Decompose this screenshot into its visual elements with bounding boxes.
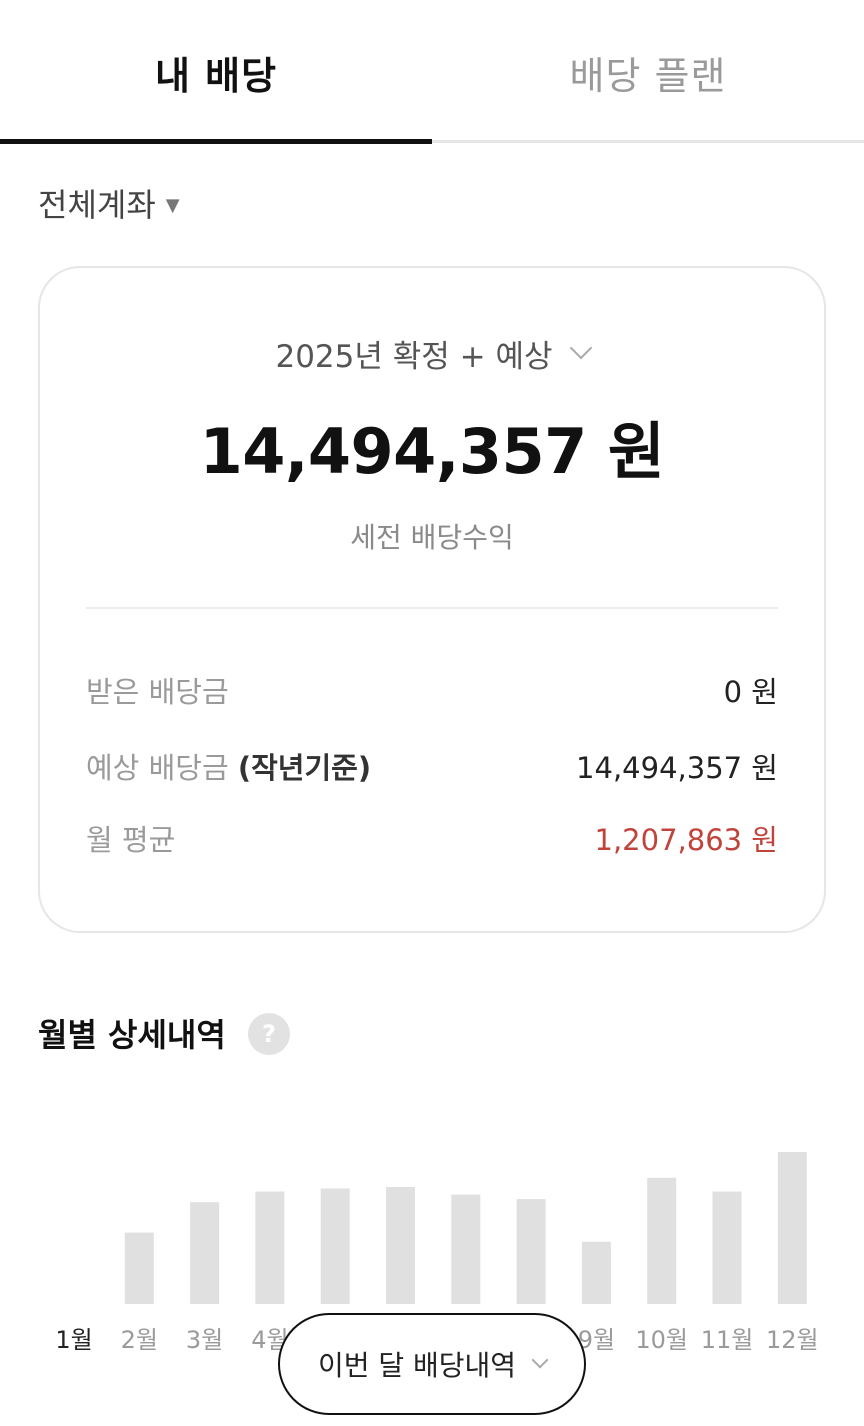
received-dividend-row: 받은 배당금 0 원 [86,668,778,712]
chevron-down-icon [569,336,592,360]
tab-my-dividend[interactable]: 내 배당 [0,0,432,144]
tab-bar: 내 배당 배당 플랜 [0,0,864,144]
row-label: 예상 배당금 (작년기준) [86,751,372,785]
bar-3[interactable] [190,1202,220,1304]
month-label-3[interactable]: 3월 [186,1326,223,1354]
month-label-2[interactable]: 2월 [121,1326,158,1354]
tab-active-indicator [0,139,432,144]
divider [86,607,778,609]
monthly-average-row: 월 평균 1,207,863 원 [86,816,778,860]
bar-5[interactable] [320,1188,350,1305]
bar-9[interactable] [581,1241,611,1304]
bar-6[interactable] [386,1187,415,1304]
question-icon[interactable]: ? [248,1013,290,1055]
this-month-dividend-label: 이번 달 배당내역 [317,1349,517,1382]
bar-4[interactable] [255,1191,285,1305]
monthly-detail-title: 월별 상세내역 [38,1016,226,1054]
bar-10[interactable] [647,1177,677,1304]
monthly-average-value: 1,207,863 원 [594,823,779,857]
account-selector-label: 전체계좌 [38,186,156,224]
dividend-page: 내 배당 배당 플랜 전체계좌 ▼ 2025년 확정 + 예상 14,494,3… [0,0,864,1426]
month-label-1[interactable]: 1월 [55,1326,92,1354]
period-label: 2025년 확정 + 예상 [275,338,553,375]
month-label-10[interactable]: 10월 [635,1326,688,1354]
account-selector[interactable]: 전체계좌 ▼ [38,180,180,226]
chevron-down-icon [531,1351,549,1369]
this-month-dividend-button[interactable]: 이번 달 배당내역 [278,1313,586,1415]
tab-dividend-plan[interactable]: 배당 플랜 [432,0,864,144]
expected-dividend-value: 14,494,357 원 [576,751,778,785]
bar-7[interactable] [451,1194,481,1304]
bar-8[interactable] [516,1199,546,1304]
row-label: 받은 배당금 [86,675,229,709]
row-label: 월 평균 [86,823,176,857]
total-dividend-amount: 14,494,357 원 [199,415,665,488]
bar-12[interactable] [777,1152,807,1304]
bar-2[interactable] [124,1232,154,1304]
bar-11[interactable] [712,1191,742,1305]
caret-down-icon: ▼ [165,194,180,216]
row-label-note: (작년기준) [237,751,372,785]
period-selector[interactable]: 2025년 확정 + 예상 [0,330,864,376]
month-label-12[interactable]: 12월 [766,1326,819,1354]
total-caption: 세전 배당수익 [350,521,514,554]
month-label-11[interactable]: 11월 [701,1326,754,1354]
received-dividend-value: 0 원 [723,675,778,709]
expected-dividend-row: 예상 배당금 (작년기준) 14,494,357 원 [86,744,778,788]
